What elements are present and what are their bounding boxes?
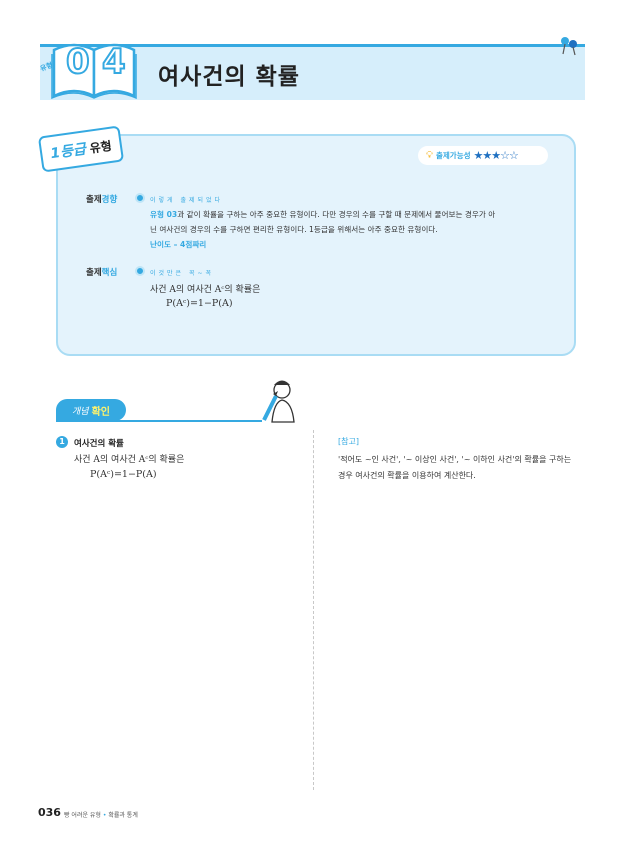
probability-pill: 💡︎ 출제가능성 ★★★☆☆ xyxy=(418,146,548,165)
page-number: 036 xyxy=(38,806,61,819)
trend-label-a: 출제 xyxy=(86,195,102,205)
core-bullet-icon xyxy=(135,266,145,276)
grade-tag-label: 유형 xyxy=(88,138,113,156)
core-label: 출제핵심 xyxy=(86,266,117,278)
concept-tag-a: 개념 xyxy=(72,406,89,417)
chapter-number-digit-0: 0 xyxy=(65,41,91,83)
trend-type-ref: 유형 03 xyxy=(150,210,178,219)
reference-text: '적어도 ~인 사건', '~ 이상인 사건', '~ 이하인 사건'의 확률을… xyxy=(338,455,572,480)
probability-label: 출제가능성 xyxy=(436,151,471,160)
core-line: 사건 A의 여사건 Aᶜ의 확률은 xyxy=(150,285,261,295)
trend-text-2: 닌 여사건의 경우의 수를 구하면 편리한 유형이다. 1등급을 위해서는 아주… xyxy=(150,225,438,234)
concept-item-line: 사건 A의 여사건 Aᶜ의 확률은 xyxy=(74,455,185,465)
concept-item-number: 1 xyxy=(56,436,68,448)
reference-label: [참고] xyxy=(338,437,359,446)
core-label-b: 핵심 xyxy=(101,268,118,278)
column-divider xyxy=(313,430,314,790)
footer-separator: • xyxy=(102,812,107,819)
core-subtitle: 이것만은 꼭~꼭 xyxy=(150,270,215,277)
footer-text: 빵 어려운 유형 • 확률과 통계 xyxy=(64,810,138,819)
trend-label: 출제경향 xyxy=(86,193,117,205)
trend-paragraph: 유형 03과 같이 확률을 구하는 아주 중요한 유형이다. 다만 경우의 수를… xyxy=(150,207,560,237)
lightbulb-icon: 💡︎ xyxy=(426,150,433,161)
type-info-box xyxy=(56,134,576,356)
grade-tag-prefix: 1등급 xyxy=(49,141,87,163)
concept-tag-b: 확인 xyxy=(91,406,110,418)
footer-section: 확률과 통계 xyxy=(108,812,138,819)
trend-label-b: 경향 xyxy=(101,195,118,205)
concept-tag: 개념 확인 xyxy=(56,399,126,421)
core-label-a: 출제 xyxy=(86,268,102,278)
trend-subtitle: 이렇게 출제되었다 xyxy=(150,197,224,204)
pin-icon xyxy=(561,37,577,56)
core-formula: P(Aᶜ)=1−P(A) xyxy=(166,298,233,309)
concept-item-formula: P(Aᶜ)=1−P(A) xyxy=(90,469,157,480)
page-title: 여사건의 확률 xyxy=(158,64,300,90)
chapter-number-digit-1: 4 xyxy=(101,41,127,83)
footer-book-title: 빵 어려운 유형 xyxy=(64,812,101,819)
student-with-pencil-icon xyxy=(262,380,295,423)
concept-item-title: 여사건의 확률 xyxy=(74,439,124,449)
probability-stars: ★★★☆☆ xyxy=(473,149,519,162)
difficulty-text: 난이도 – 4점짜리 xyxy=(150,240,207,249)
trend-text-1: 과 같이 확률을 구하는 아주 중요한 유형이다. 다만 경우의 수를 구할 때… xyxy=(177,210,496,219)
trend-bullet-icon xyxy=(135,193,145,203)
